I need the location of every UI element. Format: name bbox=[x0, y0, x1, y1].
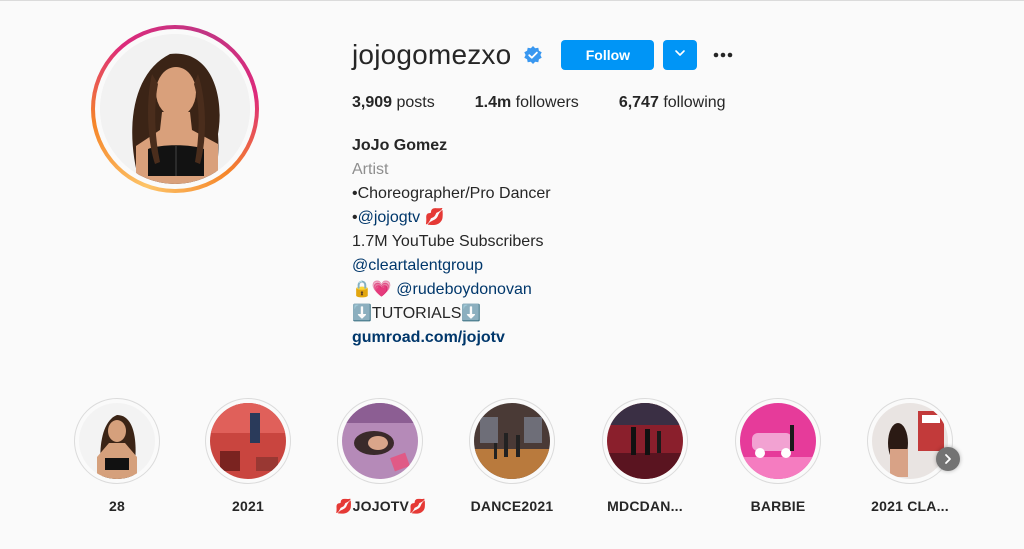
posts-label: posts bbox=[396, 94, 435, 111]
highlight-item[interactable]: BARBIE bbox=[733, 398, 823, 514]
website-link[interactable]: gumroad.com/jojotv bbox=[352, 326, 551, 350]
highlight-label: 💋JOJOTV💋 bbox=[335, 498, 427, 514]
highlight-label: MDCDAN... bbox=[607, 498, 683, 514]
highlight-label: 2021 CLA... bbox=[871, 498, 949, 514]
profile-bio: JoJo Gomez Artist •Choreographer/Pro Dan… bbox=[352, 134, 551, 350]
avatar-photo bbox=[100, 34, 250, 184]
profile-avatar[interactable] bbox=[91, 25, 259, 193]
mention-link-jojogtv[interactable]: @jojogtv bbox=[358, 209, 421, 226]
followers-label: followers bbox=[515, 94, 579, 111]
highlight-item[interactable]: DANCE2021 bbox=[467, 398, 557, 514]
highlight-cover bbox=[474, 403, 550, 479]
highlight-cover-ring bbox=[337, 398, 423, 484]
highlight-item[interactable]: 28 bbox=[72, 398, 162, 514]
down-arrow-emoji: ⬇️ bbox=[352, 305, 372, 322]
highlight-cover bbox=[607, 403, 683, 479]
highlight-cover-ring bbox=[602, 398, 688, 484]
username: jojogomezxo bbox=[352, 39, 512, 70]
bio-line-jojogtv: •@jojogtv 💋 bbox=[352, 206, 551, 230]
following-stat[interactable]: 6,747 following bbox=[619, 94, 726, 112]
highlight-cover-ring bbox=[867, 398, 953, 484]
highlight-label: 2021 bbox=[232, 498, 264, 514]
bio-line-rudeboydonovan: 🔒💗 @rudeboydonovan bbox=[352, 278, 551, 302]
mention-link-rudeboydonovan[interactable]: @rudeboydonovan bbox=[396, 281, 531, 298]
highlight-cover bbox=[342, 403, 418, 479]
more-options-icon[interactable] bbox=[711, 43, 735, 67]
highlight-item[interactable]: 💋JOJOTV💋 bbox=[335, 398, 427, 515]
verified-badge-icon bbox=[523, 45, 543, 65]
profile-header: jojogomezxo Follow bbox=[352, 38, 735, 72]
full-name: JoJo Gomez bbox=[352, 137, 448, 154]
followers-count: 1.4m bbox=[474, 94, 512, 111]
follow-button[interactable]: Follow bbox=[561, 40, 655, 70]
chevron-right-icon[interactable] bbox=[936, 447, 960, 471]
suggested-accounts-button[interactable] bbox=[663, 40, 698, 70]
lock-heart-emoji: 🔒💗 bbox=[352, 281, 392, 298]
down-arrow-emoji: ⬇️ bbox=[461, 305, 482, 322]
top-divider bbox=[0, 0, 1024, 1]
highlight-cover-ring bbox=[735, 398, 821, 484]
highlight-label: DANCE2021 bbox=[470, 498, 554, 514]
highlight-cover-ring bbox=[74, 398, 160, 484]
story-highlights: 28 2021 💋JOJOTV💋 DANCE2021 MDCDAN... BAR… bbox=[72, 398, 972, 528]
highlight-item[interactable]: MDCDAN... bbox=[600, 398, 690, 514]
following-label: following bbox=[663, 94, 726, 111]
highlight-cover bbox=[79, 403, 155, 479]
highlight-label: 28 bbox=[109, 498, 125, 514]
highlight-cover-ring bbox=[205, 398, 291, 484]
highlight-cover-ring bbox=[469, 398, 555, 484]
followers-stat[interactable]: 1.4m followers bbox=[475, 94, 579, 112]
bio-line-youtube: 1.7M YouTube Subscribers bbox=[352, 233, 544, 250]
bio-line-tutorials: ⬇️TUTORIALS⬇️ bbox=[352, 302, 551, 326]
mention-link-cleartalentgroup[interactable]: @cleartalentgroup bbox=[352, 254, 551, 278]
highlight-cover bbox=[210, 403, 286, 479]
category-label: Artist bbox=[352, 161, 389, 178]
following-count: 6,747 bbox=[618, 94, 659, 111]
chevron-down-icon bbox=[674, 46, 686, 64]
tutorials-text: TUTORIALS bbox=[371, 305, 462, 322]
highlight-item[interactable]: 2021 bbox=[203, 398, 293, 514]
posts-count: 3,909 bbox=[352, 94, 393, 111]
kiss-emoji: 💋 bbox=[424, 209, 445, 226]
profile-stats: 3,909 posts 1.4m followers 6,747 followi… bbox=[352, 94, 766, 112]
highlight-label: BARBIE bbox=[750, 498, 806, 514]
bio-line-choreographer: •Choreographer/Pro Dancer bbox=[352, 185, 551, 202]
avatar-inner-ring bbox=[95, 29, 255, 189]
profile-page: jojogomezxo Follow 3,909 posts 1.4m foll… bbox=[0, 0, 1024, 549]
highlight-cover bbox=[872, 403, 948, 479]
posts-stat: 3,909 posts bbox=[352, 94, 435, 112]
highlight-cover bbox=[740, 403, 816, 479]
